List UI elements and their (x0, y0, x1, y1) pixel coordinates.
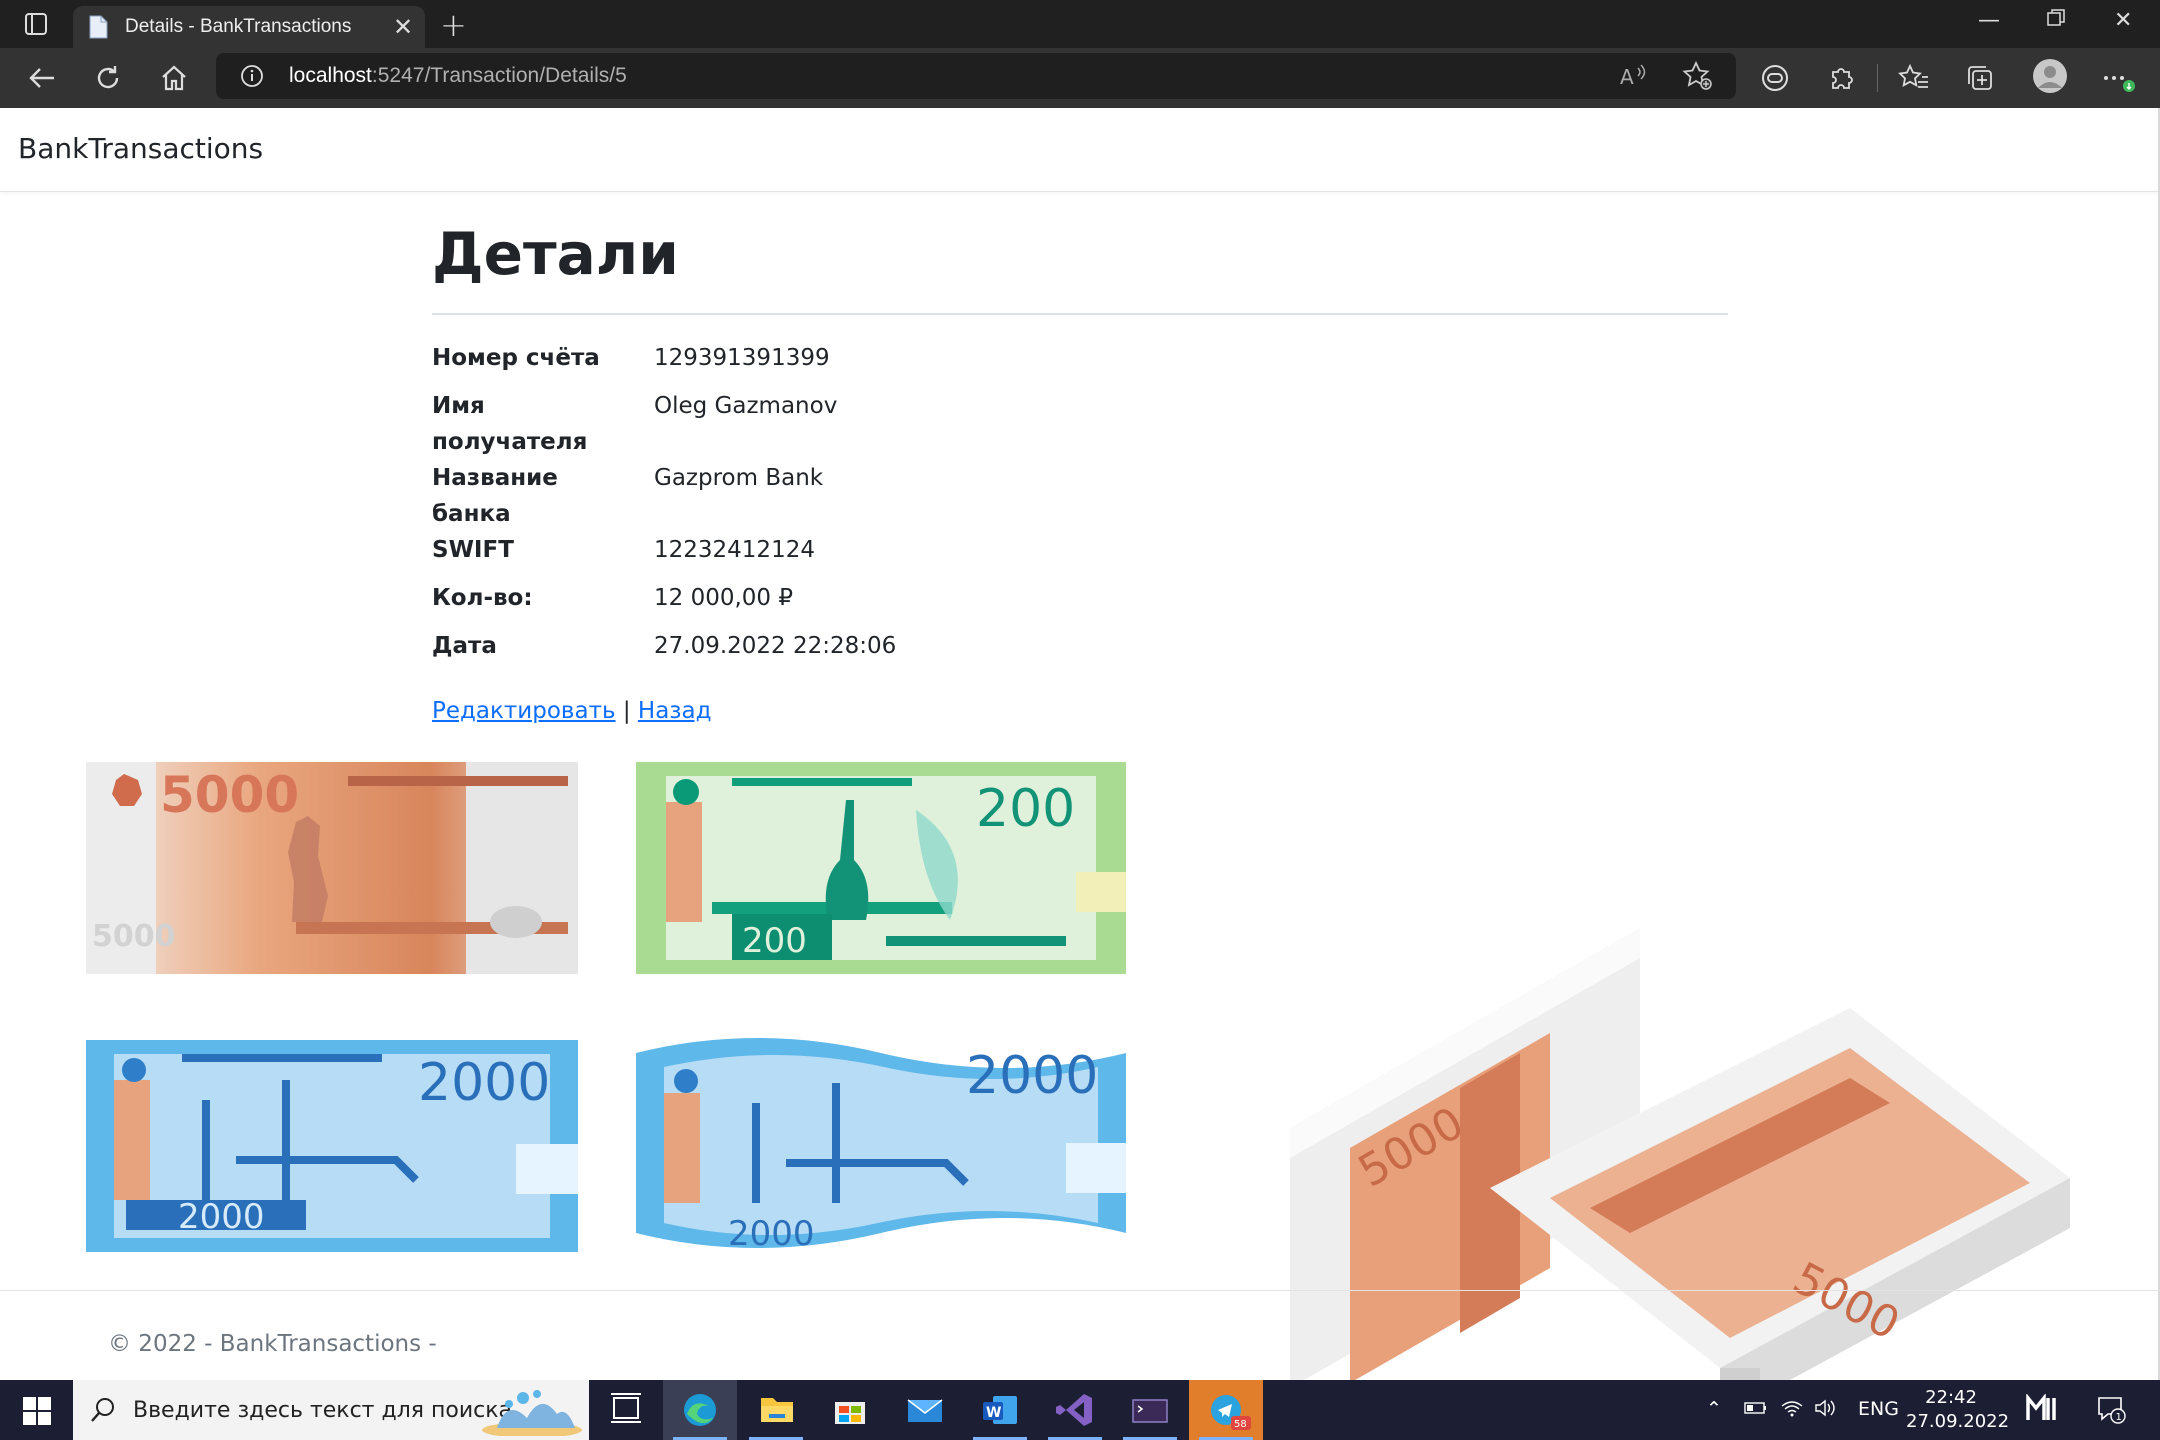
detail-label: Кол-во: (432, 585, 533, 611)
new-tab-icon[interactable]: + (440, 6, 467, 44)
read-aloud-icon[interactable]: A (1616, 60, 1648, 92)
site-footer: © 2022 - BankTransactions - (0, 1290, 2160, 1380)
extensions-icon[interactable] (1825, 62, 1857, 94)
search-placeholder: Введите здесь текст для поиска (133, 1398, 512, 1423)
taskbar-word-icon[interactable]: W (963, 1380, 1037, 1440)
favorites-icon[interactable] (1898, 62, 1930, 94)
browser-toolbar: localhost:5247/Transaction/Details/5 A (0, 48, 2160, 108)
windows-start-icon[interactable] (22, 1396, 52, 1426)
search-icon (89, 1396, 117, 1428)
browser-tab-bar: Details - BankTransactions ✕ + — ✕ (0, 0, 2160, 48)
page-title: Детали (432, 220, 679, 288)
detail-value: 12 000,00 ₽ (654, 585, 793, 611)
footer-copyright: © 2022 - BankTransactions - (108, 1331, 437, 1357)
taskbar-mail-icon[interactable] (888, 1380, 962, 1440)
wifi-icon[interactable] (1780, 1398, 1804, 1423)
banknote-200-image: 200 200 (636, 762, 1126, 974)
meet-now-icon[interactable] (2026, 1393, 2062, 1429)
page-favicon-icon (87, 15, 109, 39)
svg-text:200: 200 (976, 779, 1075, 839)
back-link[interactable]: Назад (638, 698, 712, 724)
action-links: Редактировать | Назад (432, 698, 712, 724)
svg-text:200: 200 (742, 921, 807, 961)
taskbar-store-icon[interactable] (813, 1380, 887, 1440)
clock-date: 27.09.2022 (1906, 1411, 2010, 1432)
taskbar-search-box[interactable]: Введите здесь текст для поиска (73, 1380, 589, 1440)
settings-more-icon[interactable] (2100, 62, 2135, 94)
tab-actions-icon[interactable] (18, 10, 54, 38)
divider (432, 313, 1728, 315)
tab-title: Details - BankTransactions (125, 16, 352, 37)
svg-text:A: A (1620, 65, 1634, 89)
home-icon[interactable] (156, 60, 192, 96)
site-navbar: BankTransactions (0, 108, 2160, 192)
url-text: localhost:5247/Transaction/Details/5 (289, 64, 627, 87)
svg-text:58: 58 (1234, 1419, 1247, 1430)
notification-center-icon[interactable]: 1 (2096, 1394, 2126, 1429)
detail-value: 27.09.2022 22:28:06 (654, 633, 897, 659)
clock-time: 22:42 (1925, 1387, 1977, 1408)
brand-link[interactable]: BankTransactions (18, 132, 263, 165)
banknote-2000-image: 2000 2000 (86, 1040, 578, 1252)
browser-essentials-icon[interactable] (1759, 62, 1791, 94)
minimize-icon[interactable]: — (1978, 8, 2000, 33)
page-viewport: BankTransactions Детали Номер счёта 1293… (0, 108, 2160, 1418)
detail-value: 129391391399 (654, 345, 830, 371)
svg-text:W: W (986, 1405, 1001, 1421)
taskbar-file-explorer-icon[interactable] (739, 1380, 813, 1440)
address-bar[interactable]: localhost:5247/Transaction/Details/5 A (216, 53, 1736, 99)
detail-label: Название банка (432, 465, 558, 527)
taskbar-visual-studio-icon[interactable] (1038, 1380, 1112, 1440)
task-view-icon[interactable] (589, 1380, 663, 1440)
input-language[interactable]: ENG (1858, 1398, 1899, 1420)
toolbar-divider (1877, 64, 1878, 92)
taskbar-terminal-icon[interactable] (1113, 1380, 1187, 1440)
svg-text:1: 1 (2116, 1412, 2122, 1423)
edit-link[interactable]: Редактировать (432, 698, 616, 724)
back-icon[interactable] (24, 60, 60, 96)
browser-tab-active[interactable]: Details - BankTransactions ✕ (73, 6, 425, 48)
taskbar-telegram-icon[interactable]: 58 (1189, 1380, 1263, 1440)
detail-value: Gazprom Bank (654, 465, 824, 491)
profile-avatar[interactable] (2032, 58, 2068, 94)
svg-text:2000: 2000 (178, 1197, 265, 1237)
banknote-5000-image: 5000 5000 (86, 762, 578, 974)
refresh-icon[interactable] (90, 60, 126, 96)
detail-label: SWIFT (432, 537, 514, 563)
volume-icon[interactable] (1814, 1398, 1838, 1423)
svg-text:2000: 2000 (418, 1053, 550, 1113)
svg-text:2000: 2000 (966, 1046, 1098, 1106)
battery-icon[interactable] (1744, 1398, 1768, 1423)
detail-value: 12232412124 (654, 537, 815, 563)
close-window-icon[interactable]: ✕ (2114, 8, 2132, 33)
restore-icon[interactable] (2046, 8, 2066, 34)
system-clock[interactable]: 22:42 27.09.2022 (1906, 1386, 2010, 1434)
show-hidden-icons-icon[interactable]: ⌃ (1706, 1398, 1722, 1420)
banknote-2000-wavy-image: 2000 2000 (636, 1023, 1126, 1263)
link-separator: | (622, 698, 631, 724)
tab-close-icon[interactable]: ✕ (393, 13, 413, 41)
detail-label: Дата (432, 633, 497, 659)
site-info-icon[interactable] (240, 64, 264, 88)
svg-text:2000: 2000 (728, 1214, 815, 1254)
svg-text:5000: 5000 (92, 919, 176, 954)
search-highlight-icon (477, 1384, 587, 1440)
details-section: Детали (432, 220, 1728, 315)
detail-label: Номер счёта (432, 345, 600, 371)
detail-label: Имя получателя (432, 393, 588, 455)
svg-text:5000: 5000 (160, 766, 299, 824)
detail-value: Oleg Gazmanov (654, 393, 838, 419)
collections-icon[interactable] (1964, 62, 1996, 94)
taskbar-edge-icon[interactable] (663, 1380, 737, 1440)
add-favorite-icon[interactable] (1682, 60, 1714, 92)
windows-taskbar: Введите здесь текст для поиска W 58 ⌃ EN… (0, 1380, 2160, 1440)
